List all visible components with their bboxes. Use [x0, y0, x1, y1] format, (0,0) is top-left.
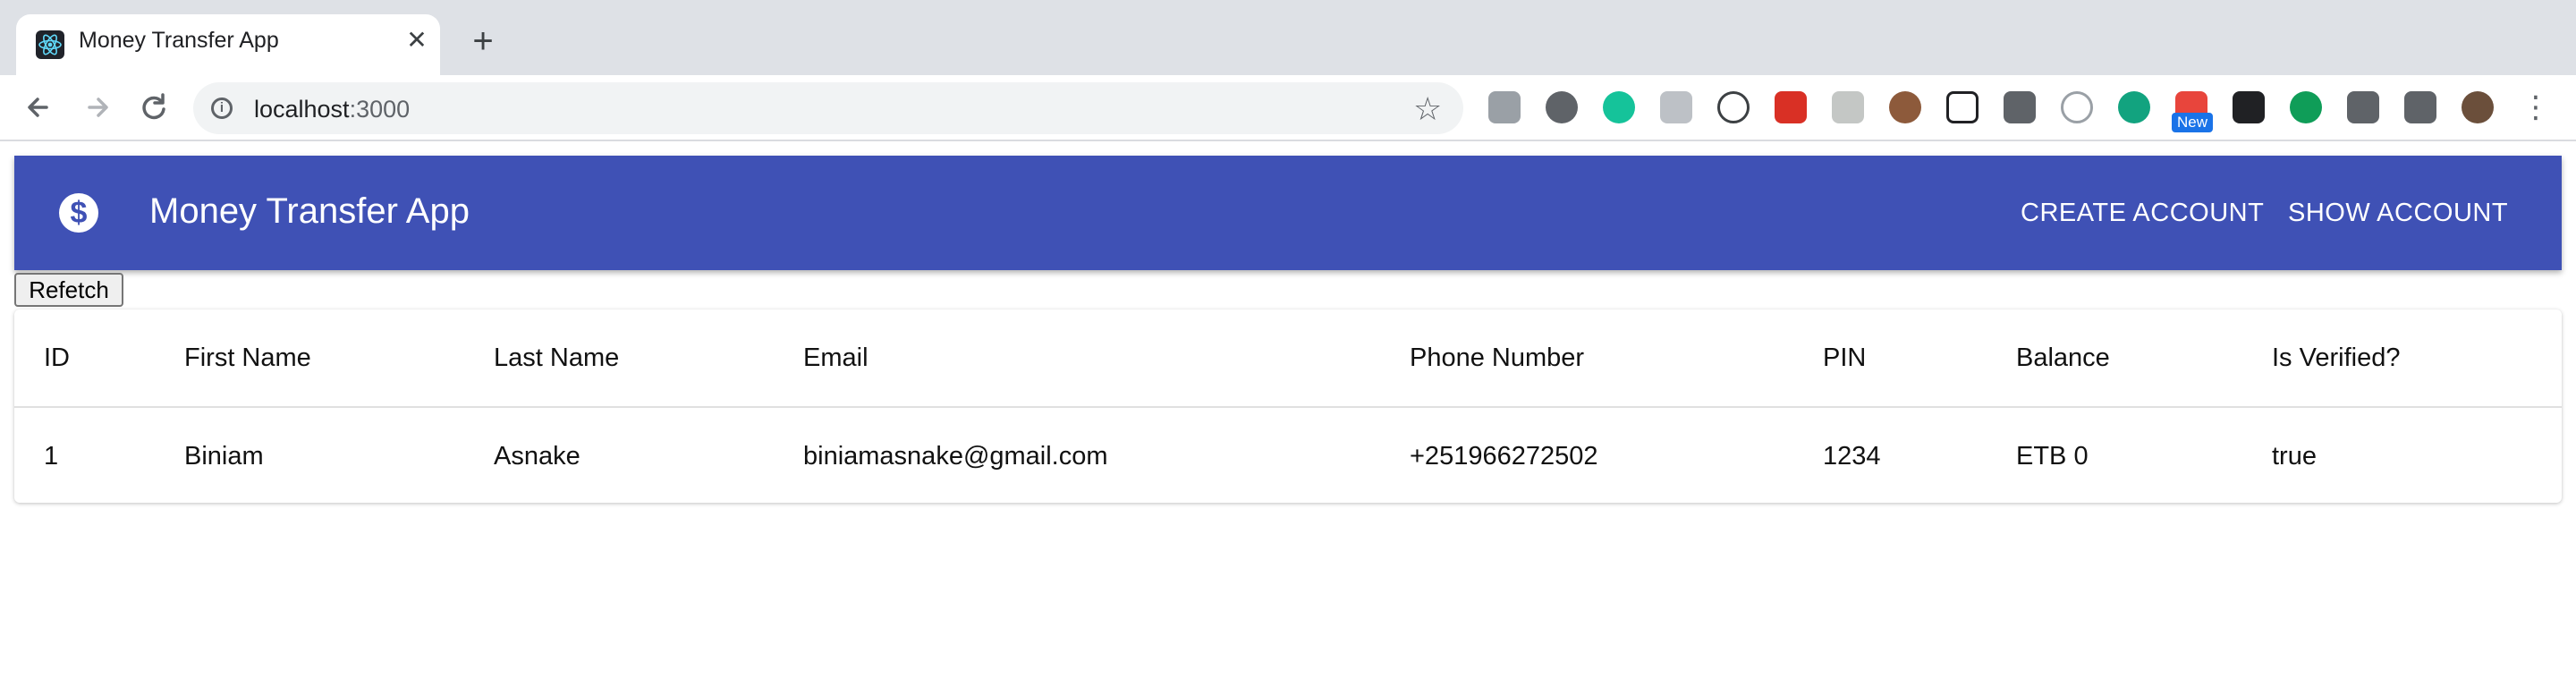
browser-tab[interactable]: Money Transfer App ✕ [16, 14, 440, 75]
reload-icon[interactable] [134, 88, 174, 127]
header-last-name: Last Name [494, 344, 620, 372]
chat-bubble-extension-icon[interactable] [2290, 91, 2322, 123]
menu-icon[interactable]: ⋮ [2521, 89, 2551, 125]
info-icon[interactable]: i [211, 98, 233, 119]
header-id: ID [44, 344, 70, 372]
app-title: Money Transfer App [149, 191, 470, 231]
cell-email: biniamasnake@gmail.com [803, 442, 1108, 471]
show-account-button[interactable]: SHOW ACCOUNT [2288, 199, 2508, 228]
cell-is-verified: true [2272, 442, 2317, 471]
tab-strip: Money Transfer App ✕ + [0, 0, 2576, 75]
cell-first-name: Biniam [184, 442, 264, 471]
eyedropper-extension-icon[interactable] [2347, 91, 2379, 123]
cell-balance: ETB 0 [2016, 442, 2089, 471]
table-row[interactable]: 1 Biniam Asnake biniamasnake@gmail.com +… [14, 408, 2562, 503]
profile-avatar[interactable] [2462, 91, 2494, 123]
header-balance: Balance [2016, 344, 2110, 372]
red-extension-icon[interactable] [1775, 91, 1807, 123]
header-pin: PIN [1823, 344, 1867, 372]
puzzle-extensions-icon[interactable] [2404, 91, 2436, 123]
cookie-extension-icon[interactable] [1889, 91, 1921, 123]
cell-last-name: Asnake [494, 442, 580, 471]
new-badge: New [2172, 113, 2214, 132]
tag-extension-icon[interactable] [2004, 91, 2036, 123]
cell-pin: 1234 [1823, 442, 1881, 471]
circle-extension-icon[interactable] [1546, 91, 1578, 123]
app-bar: $ Money Transfer App CREATE ACCOUNT SHOW… [14, 156, 2562, 270]
tab-title: Money Transfer App [79, 28, 279, 53]
refetch-button[interactable]: Refetch [14, 273, 123, 307]
chat-extension-icon[interactable] [1832, 91, 1864, 123]
forward-icon[interactable] [77, 88, 116, 127]
dollar-logo-icon: $ [59, 193, 98, 233]
address-bar[interactable]: i localhost:3000 ☆ [193, 82, 1463, 134]
url-text[interactable]: localhost:3000 [254, 96, 410, 123]
cell-phone-number: +251966272502 [1410, 442, 1598, 471]
header-email: Email [803, 344, 869, 372]
code-extension-icon[interactable] [1717, 91, 1750, 123]
header-phone-number: Phone Number [1410, 344, 1585, 372]
bi-extension-icon[interactable] [1660, 91, 1692, 123]
browser-toolbar: i localhost:3000 ☆ New ⋮ [0, 75, 2576, 141]
table-header-row: ID First Name Last Name Email Phone Numb… [14, 310, 2562, 408]
bookmark-star-icon[interactable]: ☆ [1413, 90, 1442, 128]
new-tab-button[interactable]: + [465, 23, 501, 61]
cell-id: 1 [44, 442, 59, 471]
accounts-table: ID First Name Last Name Email Phone Numb… [14, 310, 2562, 503]
react-favicon-icon [36, 30, 64, 59]
document-extension-icon[interactable] [1946, 91, 1979, 123]
camera-extension-icon[interactable] [1488, 91, 1521, 123]
cube-extension-icon[interactable] [2233, 91, 2265, 123]
header-first-name: First Name [184, 344, 311, 372]
a-extension-icon[interactable] [2118, 91, 2150, 123]
grammarly-extension-icon[interactable] [1603, 91, 1635, 123]
target-extension-icon[interactable] [2061, 91, 2093, 123]
back-icon[interactable] [20, 88, 59, 127]
close-tab-icon[interactable]: ✕ [402, 26, 431, 55]
header-is-verified: Is Verified? [2272, 344, 2401, 372]
create-account-button[interactable]: CREATE ACCOUNT [2021, 199, 2264, 228]
